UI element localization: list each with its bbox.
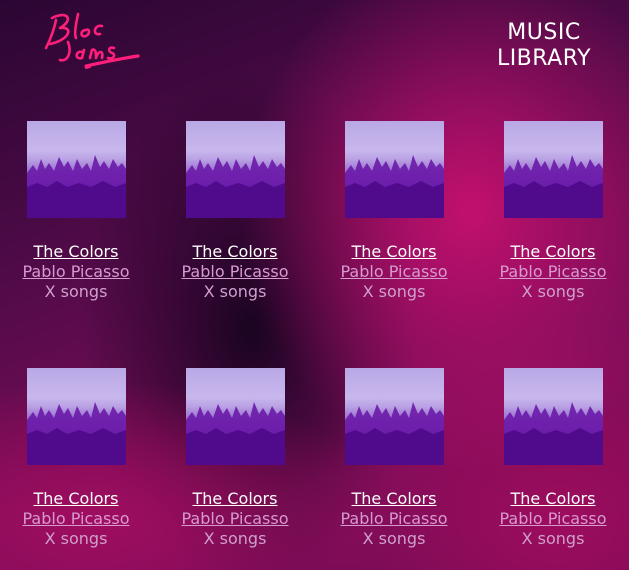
album-cover-image[interactable] <box>26 368 126 465</box>
album-title-link[interactable]: The Colors <box>483 242 623 262</box>
forest-image <box>185 402 285 465</box>
album-cover-image[interactable] <box>185 121 285 218</box>
album-title-link[interactable]: The Colors <box>6 242 146 262</box>
album-artist-link[interactable]: Pablo Picasso <box>324 509 464 529</box>
forest-image <box>185 155 285 218</box>
album-cover-image[interactable] <box>503 121 603 218</box>
album-card[interactable]: The Colors Pablo Picasso X songs <box>324 121 464 302</box>
forest-image <box>344 402 444 465</box>
album-cover-image[interactable] <box>26 121 126 218</box>
album-card[interactable]: The Colors Pablo Picasso X songs <box>324 368 464 549</box>
album-cover-image[interactable] <box>503 368 603 465</box>
album-song-count: X songs <box>521 282 585 301</box>
album-song-count: X songs <box>203 529 267 548</box>
forest-image <box>503 402 603 465</box>
album-card[interactable]: The Colors Pablo Picasso X songs <box>483 121 623 302</box>
album-artist-link[interactable]: Pablo Picasso <box>165 262 305 282</box>
album-card[interactable]: The Colors Pablo Picasso X songs <box>165 368 305 549</box>
album-artist-link[interactable]: Pablo Picasso <box>483 262 623 282</box>
album-artist-link[interactable]: Pablo Picasso <box>165 509 305 529</box>
album-card[interactable]: The Colors Pablo Picasso X songs <box>165 121 305 302</box>
album-cover-image[interactable] <box>344 121 444 218</box>
album-song-count: X songs <box>44 282 108 301</box>
album-title-link[interactable]: The Colors <box>324 489 464 509</box>
album-song-count: X songs <box>44 529 108 548</box>
album-card[interactable]: The Colors Pablo Picasso X songs <box>483 368 623 549</box>
album-song-count: X songs <box>203 282 267 301</box>
forest-image <box>344 155 444 218</box>
album-artist-link[interactable]: Pablo Picasso <box>6 509 146 529</box>
album-cover-image[interactable] <box>185 368 285 465</box>
album-cover-image[interactable] <box>344 368 444 465</box>
album-title-link[interactable]: The Colors <box>483 489 623 509</box>
album-card[interactable]: The Colors Pablo Picasso X songs <box>6 368 146 549</box>
forest-image <box>503 155 603 218</box>
album-song-count: X songs <box>521 529 585 548</box>
album-title-link[interactable]: The Colors <box>6 489 146 509</box>
album-song-count: X songs <box>362 282 426 301</box>
forest-image <box>26 155 126 218</box>
album-artist-link[interactable]: Pablo Picasso <box>6 262 146 282</box>
album-artist-link[interactable]: Pablo Picasso <box>483 509 623 529</box>
forest-image <box>26 402 126 465</box>
album-grid: The Colors Pablo Picasso X songs The Col… <box>0 0 629 570</box>
album-title-link[interactable]: The Colors <box>165 489 305 509</box>
album-title-link[interactable]: The Colors <box>165 242 305 262</box>
album-song-count: X songs <box>362 529 426 548</box>
album-artist-link[interactable]: Pablo Picasso <box>324 262 464 282</box>
album-title-link[interactable]: The Colors <box>324 242 464 262</box>
album-card[interactable]: The Colors Pablo Picasso X songs <box>6 121 146 302</box>
